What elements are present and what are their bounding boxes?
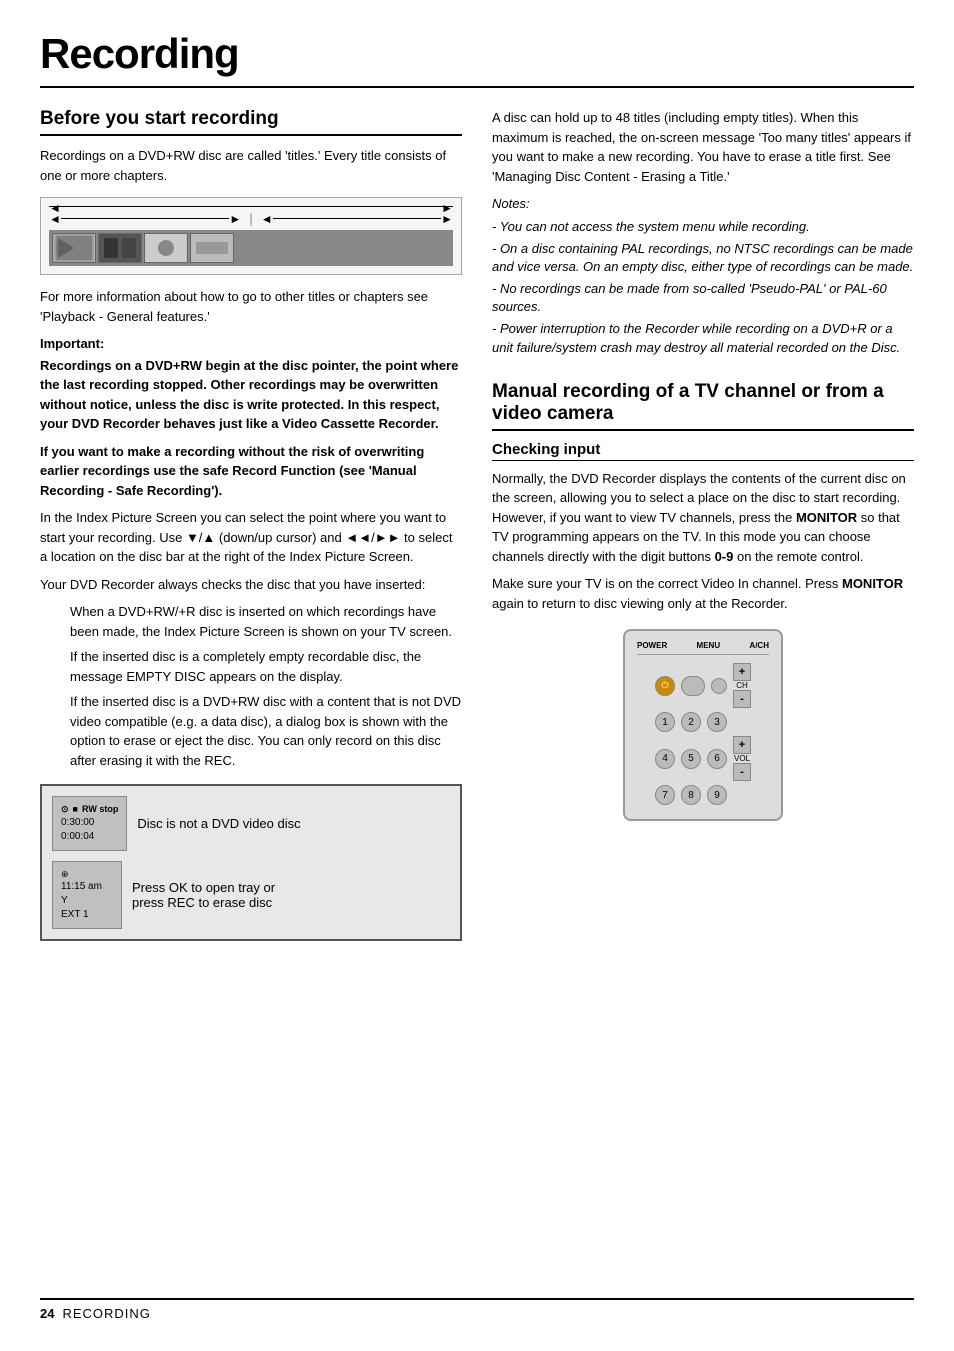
scene-svg-2 <box>100 234 140 262</box>
vol-label: VOL <box>734 754 750 763</box>
btn-5[interactable]: 5 <box>681 749 701 769</box>
footer-section-label: Recording <box>62 1306 150 1321</box>
right-arrow-icon: ► <box>229 212 241 226</box>
disc-capacity-text: A disc can hold up to 48 titles (includi… <box>492 108 914 186</box>
section-title-manual: Manual recording of a TV channel or from… <box>492 381 914 431</box>
important-text: Recordings on a DVD+RW begin at the disc… <box>40 356 462 434</box>
remote-control: POWER MENU A/CH ⏻ + CH - <box>623 629 783 821</box>
left-arrow2-icon: ◄ <box>261 212 273 226</box>
page-title: Recording <box>40 30 914 88</box>
safe-record-text: If you want to make a recording without … <box>40 442 462 501</box>
rw-icon: ⊙ <box>61 803 69 816</box>
note-1: - You can not access the system menu whi… <box>492 218 914 236</box>
scene-svg-3 <box>146 234 186 262</box>
btn-8[interactable]: 8 <box>681 785 701 805</box>
vol-plus-button[interactable]: + <box>733 736 751 754</box>
remote-row-1: ⏻ + CH - <box>637 663 769 708</box>
index-picture-text: In the Index Picture Screen you can sele… <box>40 508 462 567</box>
remote-row-3: 4 5 6 + VOL - <box>637 736 769 781</box>
film-cell-2 <box>98 233 142 263</box>
film-strip <box>49 230 453 266</box>
ach-label: A/CH <box>749 641 769 650</box>
screen-dialog-box: ⊙ ■ RW stop 0:30:00 0:00:04 Disc is not … <box>40 784 462 941</box>
footer: 24 Recording <box>40 1298 914 1321</box>
btn-4[interactable]: 4 <box>655 749 675 769</box>
film-cell-3 <box>144 233 188 263</box>
scene-svg-4 <box>192 234 232 262</box>
screen-msg-1: Disc is not a DVD video disc <box>137 816 450 831</box>
rw-stop-label: ⊙ ■ RW stop <box>61 803 118 816</box>
check2-text: If the inserted disc is a completely emp… <box>70 647 462 686</box>
stop-label: ■ <box>73 803 78 816</box>
ext-label: EXT 1 <box>61 908 113 922</box>
intro-text: Recordings on a DVD+RW disc are called '… <box>40 146 462 185</box>
right-column: A disc can hold up to 48 titles (includi… <box>492 108 914 1298</box>
screen-row-1: ⊙ ■ RW stop 0:30:00 0:00:04 Disc is not … <box>52 796 450 851</box>
always-checks-text: Your DVD Recorder always checks the disc… <box>40 575 462 595</box>
note-3: - No recordings can be made from so-call… <box>492 280 914 316</box>
minus-button-1[interactable]: - <box>733 690 751 708</box>
footer-page-number: 24 <box>40 1306 54 1321</box>
menu-label: MENU <box>697 641 721 650</box>
btn-7[interactable]: 7 <box>655 785 675 805</box>
time-clock: 11:15 am <box>61 880 113 894</box>
diag-row-2: ◄ ► | ◄ ► <box>49 211 453 226</box>
page: Recording Before you start recording Rec… <box>0 0 954 1351</box>
screen-info-2: ⊕ 11:15 am Y EXT 1 <box>52 861 122 930</box>
time-display-2: 0:00:04 <box>61 830 118 844</box>
rw-text: RW stop <box>82 803 118 816</box>
remote-top-bar: POWER MENU A/CH <box>637 641 769 655</box>
plus-minus-group-vol: + VOL - <box>733 736 751 781</box>
screen-info-1: ⊙ ■ RW stop 0:30:00 0:00:04 <box>52 796 127 851</box>
more-info-text: For more information about how to go to … <box>40 287 462 326</box>
checking-para-2: Make sure your TV is on the correct Vide… <box>492 574 914 613</box>
menu-button[interactable] <box>681 676 705 696</box>
ch-label: CH <box>736 681 748 690</box>
channel-indicator: Y <box>61 894 113 908</box>
time-display-1: 0:30:00 <box>61 816 118 830</box>
btn-3[interactable]: 3 <box>707 712 727 732</box>
ach-button[interactable] <box>711 678 727 694</box>
remote-control-image: POWER MENU A/CH ⏻ + CH - <box>492 629 914 821</box>
clock-icon: ⊕ <box>61 868 113 881</box>
scene-svg-1 <box>54 234 94 262</box>
subsection-title-checking: Checking input <box>492 441 914 461</box>
remote-row-2: 1 2 3 <box>637 712 769 732</box>
disc-diagram: ◄ ► ◄ ► | ◄ ► <box>40 197 462 275</box>
power-button[interactable]: ⏻ <box>655 676 675 696</box>
btn-2[interactable]: 2 <box>681 712 701 732</box>
note-4: - Power interruption to the Recorder whi… <box>492 320 914 356</box>
film-cell-4 <box>190 233 234 263</box>
plus-minus-group-1: + CH - <box>733 663 751 708</box>
left-column: Before you start recording Recordings on… <box>40 108 462 1298</box>
vol-minus-button[interactable]: - <box>733 763 751 781</box>
power-label: POWER <box>637 641 667 650</box>
important-label: Important: <box>40 334 462 354</box>
manual-recording-section: Manual recording of a TV channel or from… <box>492 381 914 822</box>
screen-row-2: ⊕ 11:15 am Y EXT 1 Press OK to open tray… <box>52 861 450 930</box>
check1-text: When a DVD+RW/+R disc is inserted on whi… <box>70 602 462 641</box>
checking-para-1: Normally, the DVD Recorder displays the … <box>492 469 914 567</box>
screen-msg-2: Press OK to open tray orpress REC to era… <box>132 880 450 910</box>
btn-1[interactable]: 1 <box>655 712 675 732</box>
btn-6[interactable]: 6 <box>707 749 727 769</box>
diag-row-1: ◄ ► <box>49 206 453 207</box>
plus-button-1[interactable]: + <box>733 663 751 681</box>
film-cell-1 <box>52 233 96 263</box>
notes-section: Notes: - You can not access the system m… <box>492 194 914 357</box>
btn-9[interactable]: 9 <box>707 785 727 805</box>
notes-label: Notes: <box>492 194 914 214</box>
check3-text: If the inserted disc is a DVD+RW disc wi… <box>70 692 462 770</box>
arrow-left-icon: ◄ ► <box>49 206 453 207</box>
note-2: - On a disc containing PAL recordings, n… <box>492 240 914 276</box>
section-title-before: Before you start recording <box>40 108 462 136</box>
remote-row-4: 7 8 9 <box>637 785 769 805</box>
